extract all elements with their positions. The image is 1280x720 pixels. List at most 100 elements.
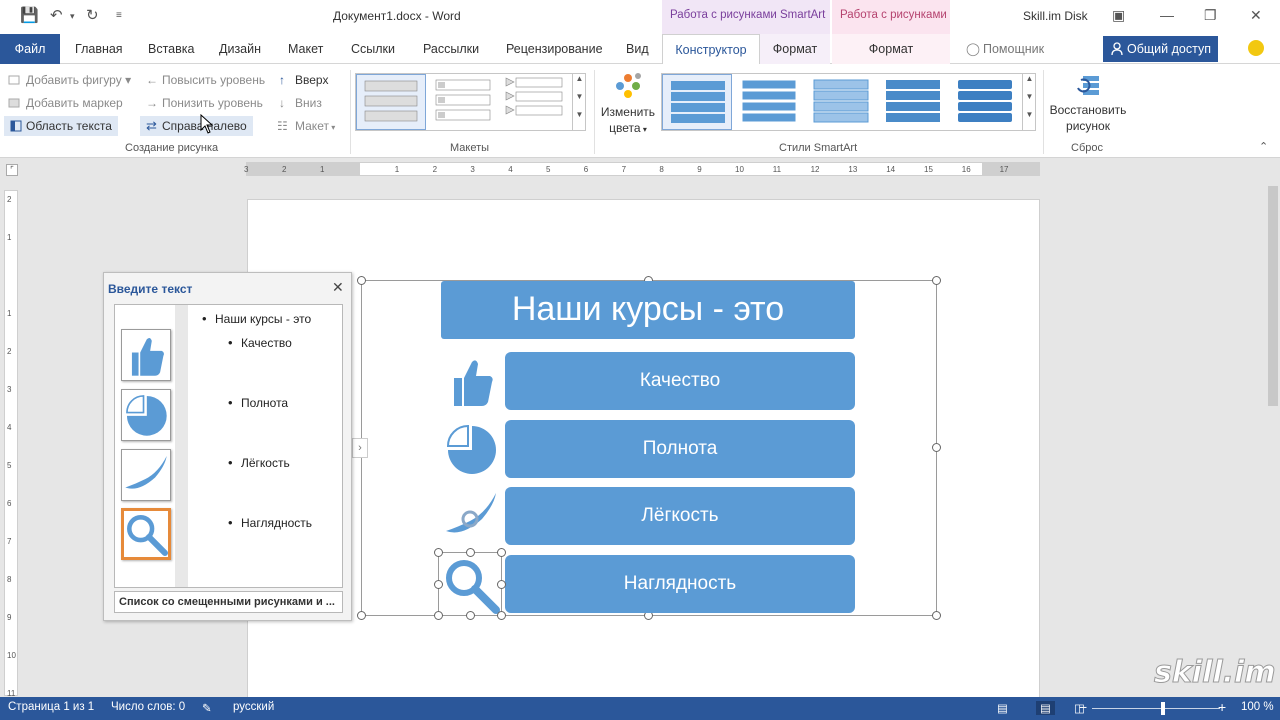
resize-handle[interactable] — [434, 580, 443, 589]
promote-button[interactable]: ← Повысить уровень — [146, 70, 265, 90]
zoom-slider[interactable] — [1092, 708, 1220, 709]
text-pane-body[interactable]: Наши курсы - это Качество Полнота Лёгкос… — [114, 304, 343, 588]
smartart-title-shape[interactable]: Наши курсы - это — [441, 281, 855, 339]
collapse-ribbon-icon[interactable]: ⌃ — [1259, 140, 1268, 153]
ruler-tick-label: 8 — [659, 165, 664, 174]
restore-icon[interactable]: ❐ — [1204, 7, 1217, 24]
layouts-gallery-scroll[interactable]: ▲ ▼ ▼ — [572, 74, 586, 130]
text-pane-item[interactable]: Наглядность — [228, 515, 312, 530]
tab-format-picture[interactable]: Формат — [832, 34, 950, 64]
style-option[interactable] — [808, 74, 874, 130]
save-icon[interactable]: 💾 — [20, 7, 39, 25]
read-mode-icon[interactable]: ▤ — [997, 701, 1008, 715]
vertical-ruler[interactable]: 2 1 1 2 3 4 5 6 7 8 9 10 11 — [4, 190, 18, 698]
lightbulb-icon[interactable]: ◯ — [966, 34, 980, 64]
resize-handle[interactable] — [932, 276, 941, 285]
reset-graphic-button[interactable]: Восстановить рисунок — [1048, 68, 1128, 142]
resize-handle[interactable] — [497, 580, 506, 589]
picture-placeholder[interactable] — [121, 508, 171, 560]
tab-mailings[interactable]: Рассылки — [423, 34, 479, 64]
picture-placeholder[interactable] — [121, 449, 171, 501]
tab-home[interactable]: Главная — [75, 34, 123, 64]
resize-handle[interactable] — [497, 611, 506, 620]
zoom-level[interactable]: 100 % — [1241, 701, 1274, 713]
change-colors-button[interactable]: Изменить цвета ▾ — [598, 68, 658, 142]
scrollbar-thumb[interactable] — [1268, 186, 1278, 406]
text-pane-item[interactable]: Полнота — [228, 395, 288, 410]
style-option[interactable] — [662, 74, 732, 130]
tab-references[interactable]: Ссылки — [351, 34, 395, 64]
move-up-button[interactable]: ↑ Вверх — [279, 70, 328, 90]
resize-handle[interactable] — [357, 276, 366, 285]
pie-chart-icon[interactable] — [442, 420, 500, 478]
zoom-in-icon[interactable]: + — [1218, 699, 1226, 715]
resize-handle[interactable] — [434, 611, 443, 620]
undo-dropdown-icon[interactable]: ▾ — [70, 7, 75, 25]
close-icon[interactable]: ✕ — [1250, 7, 1262, 24]
layout-option[interactable] — [430, 74, 496, 130]
layout-menu-button[interactable]: ☷ Макет ▾ — [277, 116, 335, 136]
redo-icon[interactable]: ↻ — [86, 7, 99, 25]
tab-layout[interactable]: Макет — [288, 34, 323, 64]
move-down-button[interactable]: ↓ Вниз — [279, 93, 322, 113]
tab-format-smartart[interactable]: Формат — [760, 34, 830, 64]
proofing-icon[interactable]: ✎ — [202, 701, 212, 715]
add-bullet-button[interactable]: Добавить маркер — [6, 93, 123, 113]
resize-handle[interactable] — [466, 548, 475, 557]
tell-me-box[interactable]: Помощник — [983, 34, 1044, 64]
ruler-tick-label: 3 — [7, 385, 12, 394]
layout-option[interactable] — [502, 74, 568, 130]
feather-icon[interactable] — [442, 487, 500, 545]
thumbs-up-icon[interactable] — [442, 352, 500, 410]
tab-constructor[interactable]: Конструктор — [662, 34, 760, 65]
word-count[interactable]: Число слов: 0 — [111, 701, 185, 713]
tab-view[interactable]: Вид — [626, 34, 649, 64]
text-pane-button[interactable]: Область текста — [4, 116, 118, 136]
horizontal-ruler[interactable]: 3 2 1 1 2 3 4 5 6 7 8 9 10 11 12 13 14 15 16 17 — [244, 162, 1040, 176]
smartart-item[interactable]: Полнота — [505, 420, 855, 478]
zoom-out-icon[interactable]: − — [1079, 699, 1087, 715]
style-option[interactable] — [952, 74, 1018, 130]
zoom-slider-thumb[interactable] — [1161, 702, 1165, 715]
selected-icon-frame[interactable] — [438, 552, 502, 616]
smartart-item[interactable]: Качество — [505, 352, 855, 410]
style-option[interactable] — [880, 74, 946, 130]
picture-placeholder[interactable] — [121, 389, 171, 441]
tab-design[interactable]: Дизайн — [219, 34, 261, 64]
tab-review[interactable]: Рецензирование — [506, 34, 603, 64]
add-shape-button[interactable]: Добавить фигуру ▾ — [6, 70, 131, 90]
text-pane-toggle-icon[interactable]: › — [352, 438, 368, 458]
share-button[interactable]: Общий доступ — [1103, 36, 1218, 62]
page-count[interactable]: Страница 1 из 1 — [8, 701, 94, 713]
layout-description-link[interactable]: Список со смещенными рисунками и ... — [114, 591, 343, 613]
resize-handle[interactable] — [357, 611, 366, 620]
smartart-item[interactable]: Лёгкость — [505, 487, 855, 545]
tab-file[interactable]: Файл — [0, 34, 60, 64]
resize-handle[interactable] — [497, 548, 506, 557]
style-option[interactable] — [736, 74, 802, 130]
resize-handle[interactable] — [434, 548, 443, 557]
smartart-item[interactable]: Наглядность — [505, 555, 855, 613]
resize-handle[interactable] — [466, 611, 475, 620]
resize-handle[interactable] — [932, 611, 941, 620]
demote-button[interactable]: → Понизить уровень — [146, 93, 263, 113]
text-pane-item[interactable]: Качество — [228, 335, 292, 350]
layout-option[interactable] — [356, 74, 426, 130]
styles-gallery-scroll[interactable]: ▲ ▼ ▼ — [1022, 74, 1036, 130]
customize-qat-icon[interactable]: ≡ — [116, 7, 122, 25]
language-indicator[interactable]: русский — [233, 701, 274, 713]
tab-stop-selector-icon[interactable]: ⌜ — [6, 164, 18, 176]
resize-handle[interactable] — [932, 443, 941, 452]
text-pane-item[interactable]: Лёгкость — [228, 455, 290, 470]
print-layout-icon[interactable]: ▤ — [1036, 701, 1055, 715]
right-to-left-button[interactable]: ⇄ Справа налево — [140, 116, 253, 136]
close-icon[interactable]: ✕ — [332, 279, 344, 296]
ribbon-display-icon[interactable]: ▣ — [1112, 7, 1125, 24]
undo-icon[interactable]: ↶ — [50, 7, 63, 25]
minimize-icon[interactable]: — — [1160, 7, 1174, 23]
tab-insert[interactable]: Вставка — [148, 34, 194, 64]
text-pane-item[interactable]: Наши курсы - это — [202, 311, 311, 326]
vertical-scrollbar[interactable] — [1266, 180, 1280, 696]
feedback-smiley-icon[interactable] — [1248, 40, 1264, 56]
picture-placeholder[interactable] — [121, 329, 171, 381]
